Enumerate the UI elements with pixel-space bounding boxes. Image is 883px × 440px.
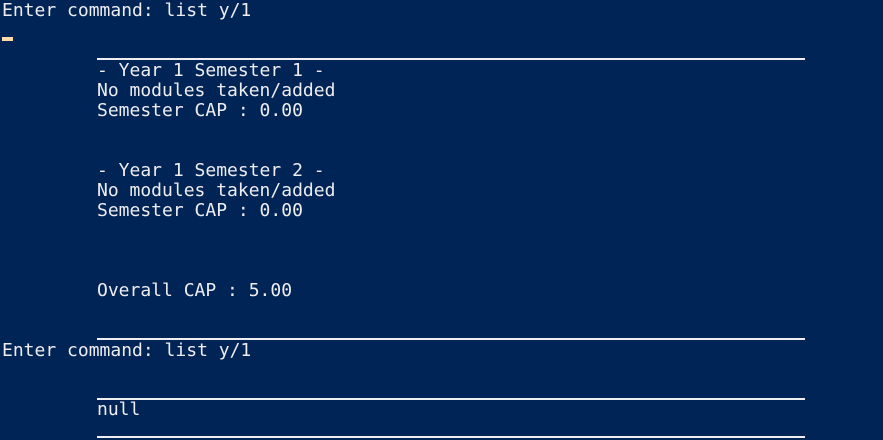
semester-modules-status: No modules taken/added (97, 80, 336, 101)
semester-header: - Year 1 Semester 2 - (97, 160, 325, 181)
semester-cap: Semester CAP : 0.00 (97, 200, 303, 221)
command-prompt-line: Enter command: list y/1 (2, 0, 252, 21)
divider-line (97, 436, 805, 438)
semester-cap: Semester CAP : 0.00 (97, 100, 303, 121)
overall-cap: Overall CAP : 5.00 (97, 280, 293, 301)
text-cursor (2, 37, 13, 41)
terminal-window[interactable]: Enter command: list y/1 - Year 1 Semeste… (0, 0, 883, 440)
semester-header: - Year 1 Semester 1 - (97, 60, 325, 81)
command-output: null (97, 399, 141, 420)
semester-modules-status: No modules taken/added (97, 180, 336, 201)
command-prompt-line: Enter command: list y/1 (2, 340, 252, 361)
divider-line (97, 398, 805, 400)
